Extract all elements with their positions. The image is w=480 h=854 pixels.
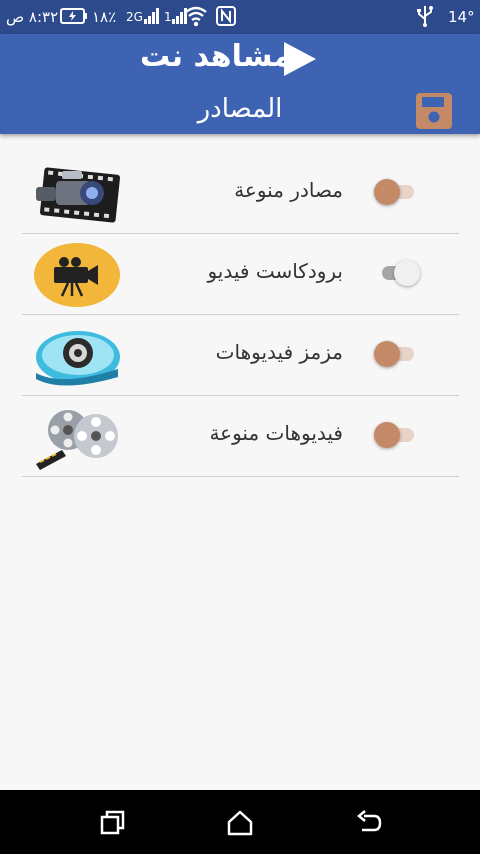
nfc-icon xyxy=(216,6,236,30)
wifi-icon xyxy=(184,5,208,31)
temperature: 14° xyxy=(448,8,475,26)
home-icon xyxy=(227,810,253,836)
source-label: فيديوهات منوعة xyxy=(209,421,343,445)
sources-list: مصادر منوعة برودكاست فيديو مزمز فيديوهات… xyxy=(22,153,459,477)
source-toggle[interactable] xyxy=(374,260,420,286)
signal-label-1: 2G xyxy=(126,10,143,24)
list-item: مصادر منوعة xyxy=(22,153,459,234)
movie-camera-icon xyxy=(32,242,122,308)
source-toggle[interactable] xyxy=(374,422,420,448)
list-item: برودكاست فيديو xyxy=(22,234,459,315)
battery-icon xyxy=(60,7,88,29)
screen-title: المصادر xyxy=(197,94,283,124)
status-bar: ٨:٣٢ ص ١٨٪ 2G 1 14° xyxy=(0,0,480,34)
list-item: مزمز فيديوهات xyxy=(22,315,459,396)
signal-bars-icon xyxy=(144,8,160,28)
status-time: ٨:٣٢ ص xyxy=(6,8,59,26)
save-button[interactable] xyxy=(414,92,454,130)
app-bar: مشاهد نت المصادر xyxy=(0,34,480,134)
source-toggle[interactable] xyxy=(374,341,420,367)
home-button[interactable] xyxy=(225,808,255,838)
source-label: مزمز فيديوهات xyxy=(215,340,343,364)
play-logo-icon xyxy=(282,40,318,82)
film-reel-player-icon xyxy=(32,323,122,389)
video-camera-film-icon xyxy=(32,161,122,227)
source-toggle[interactable] xyxy=(374,179,420,205)
signal-label-2: 1 xyxy=(164,10,172,24)
system-nav-bar xyxy=(0,790,480,854)
film-reel-icon xyxy=(32,404,122,470)
save-icon xyxy=(416,93,452,129)
app-logo-text: مشاهد نت xyxy=(140,39,292,74)
back-icon xyxy=(357,810,382,832)
battery-percent: ١٨٪ xyxy=(92,8,117,26)
back-button[interactable] xyxy=(354,808,384,838)
recent-apps-icon xyxy=(100,810,125,835)
usb-icon xyxy=(416,5,434,31)
recent-apps-button[interactable] xyxy=(98,808,128,838)
source-label: برودكاست فيديو xyxy=(207,259,343,283)
source-label: مصادر منوعة xyxy=(234,178,343,202)
list-item: فيديوهات منوعة xyxy=(22,396,459,477)
